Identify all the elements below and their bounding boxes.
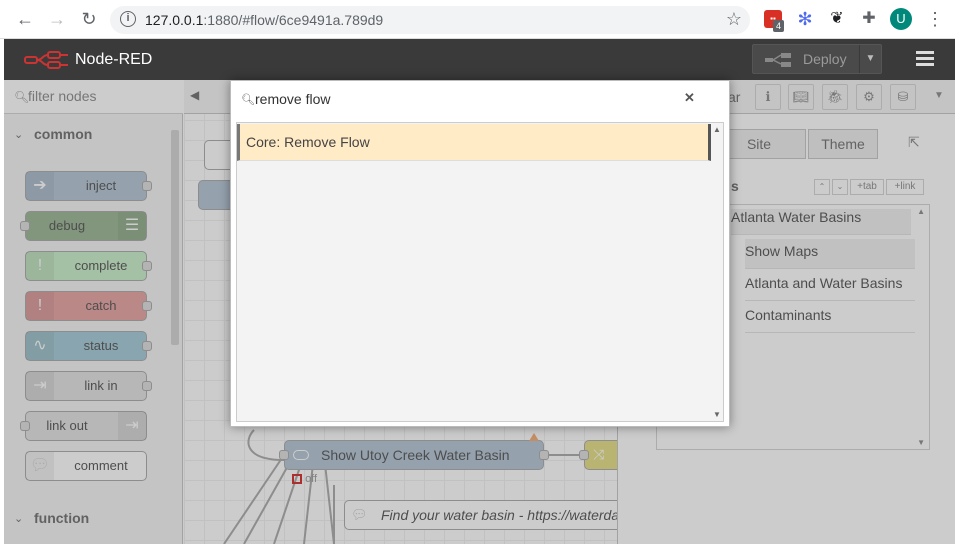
- results-scrollbar[interactable]: ▲ ▼: [711, 123, 723, 421]
- search-results-list: Core: Remove Flow ▲ ▼: [236, 122, 724, 422]
- search-icon: 🔍︎: [241, 94, 255, 106]
- result-label: Core: Remove Flow: [246, 134, 370, 150]
- bookmark-star-icon[interactable]: ☆: [726, 9, 742, 30]
- url-path: :1880/#flow/6ce9491a.789d9: [203, 12, 384, 28]
- deploy-icon: [765, 53, 791, 67]
- back-icon[interactable]: ←: [14, 8, 36, 30]
- scroll-down-icon[interactable]: ▼: [713, 410, 721, 419]
- browser-menu-icon[interactable]: ⋮: [926, 8, 944, 30]
- scroll-up-icon[interactable]: ▲: [713, 125, 721, 134]
- url-host: 127.0.0.1: [145, 12, 204, 28]
- clear-search-icon[interactable]: ✕: [684, 90, 695, 106]
- deploy-button[interactable]: Deploy ▼: [752, 44, 882, 74]
- search-dialog: 🔍︎ ✕ Core: Remove Flow ▲ ▼: [230, 80, 730, 427]
- browser-toolbar: ← → ↻ i 127.0.0.1:1880/#flow/6ce9491a.78…: [0, 0, 955, 39]
- extension-badge: 4: [773, 20, 785, 32]
- main-menu-icon[interactable]: [916, 51, 934, 67]
- forward-icon[interactable]: →: [46, 8, 68, 30]
- app-header: Node-RED Deploy ▼: [4, 39, 955, 80]
- puzzle-extensions-icon[interactable]: ✚: [860, 10, 878, 28]
- profile-avatar[interactable]: U: [890, 8, 912, 30]
- reload-icon[interactable]: ↻: [78, 8, 100, 30]
- deploy-label: Deploy: [803, 51, 847, 67]
- app-title: Node-RED: [75, 51, 153, 68]
- sparkle-extension-icon[interactable]: ✻: [796, 10, 814, 28]
- address-bar[interactable]: i 127.0.0.1:1880/#flow/6ce9491a.789d9 ☆: [110, 6, 750, 34]
- deploy-dropdown-icon[interactable]: ▼: [859, 45, 881, 73]
- search-input[interactable]: [255, 88, 675, 110]
- site-info-icon[interactable]: i: [120, 11, 136, 27]
- node-red-logo-icon: [24, 51, 68, 69]
- search-result-item[interactable]: Core: Remove Flow: [237, 124, 711, 161]
- url-text[interactable]: 127.0.0.1:1880/#flow/6ce9491a.789d9: [145, 12, 383, 28]
- swirl-extension-icon[interactable]: ❦: [828, 10, 846, 28]
